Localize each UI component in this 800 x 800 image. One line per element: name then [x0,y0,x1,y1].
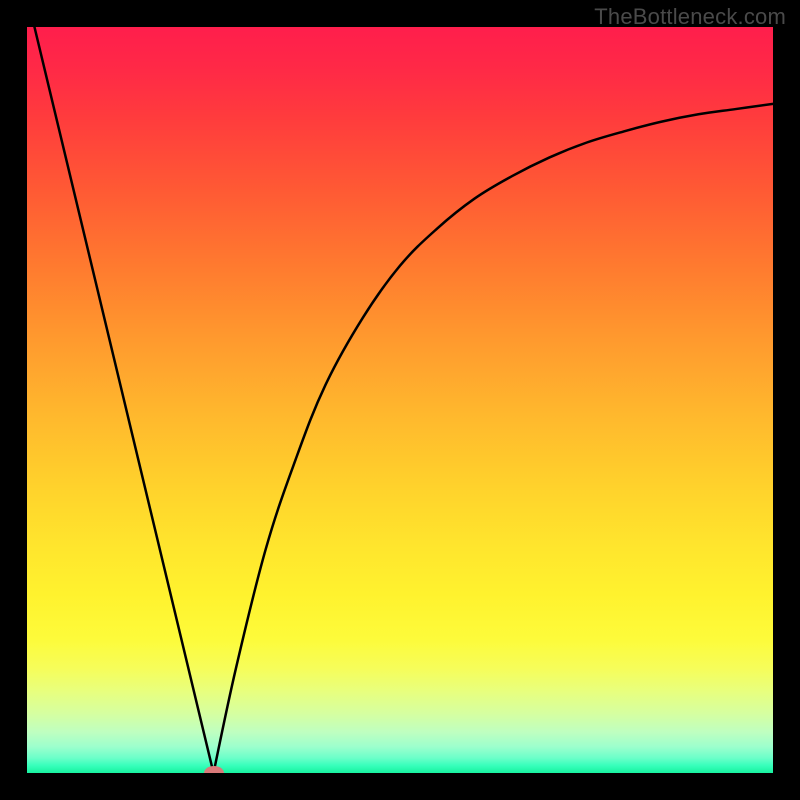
plot-area [27,27,773,773]
optimal-point-marker [204,766,224,773]
curve-path [34,27,773,773]
chart-container: TheBottleneck.com [0,0,800,800]
watermark-text: TheBottleneck.com [594,4,786,30]
bottleneck-curve [27,27,773,773]
